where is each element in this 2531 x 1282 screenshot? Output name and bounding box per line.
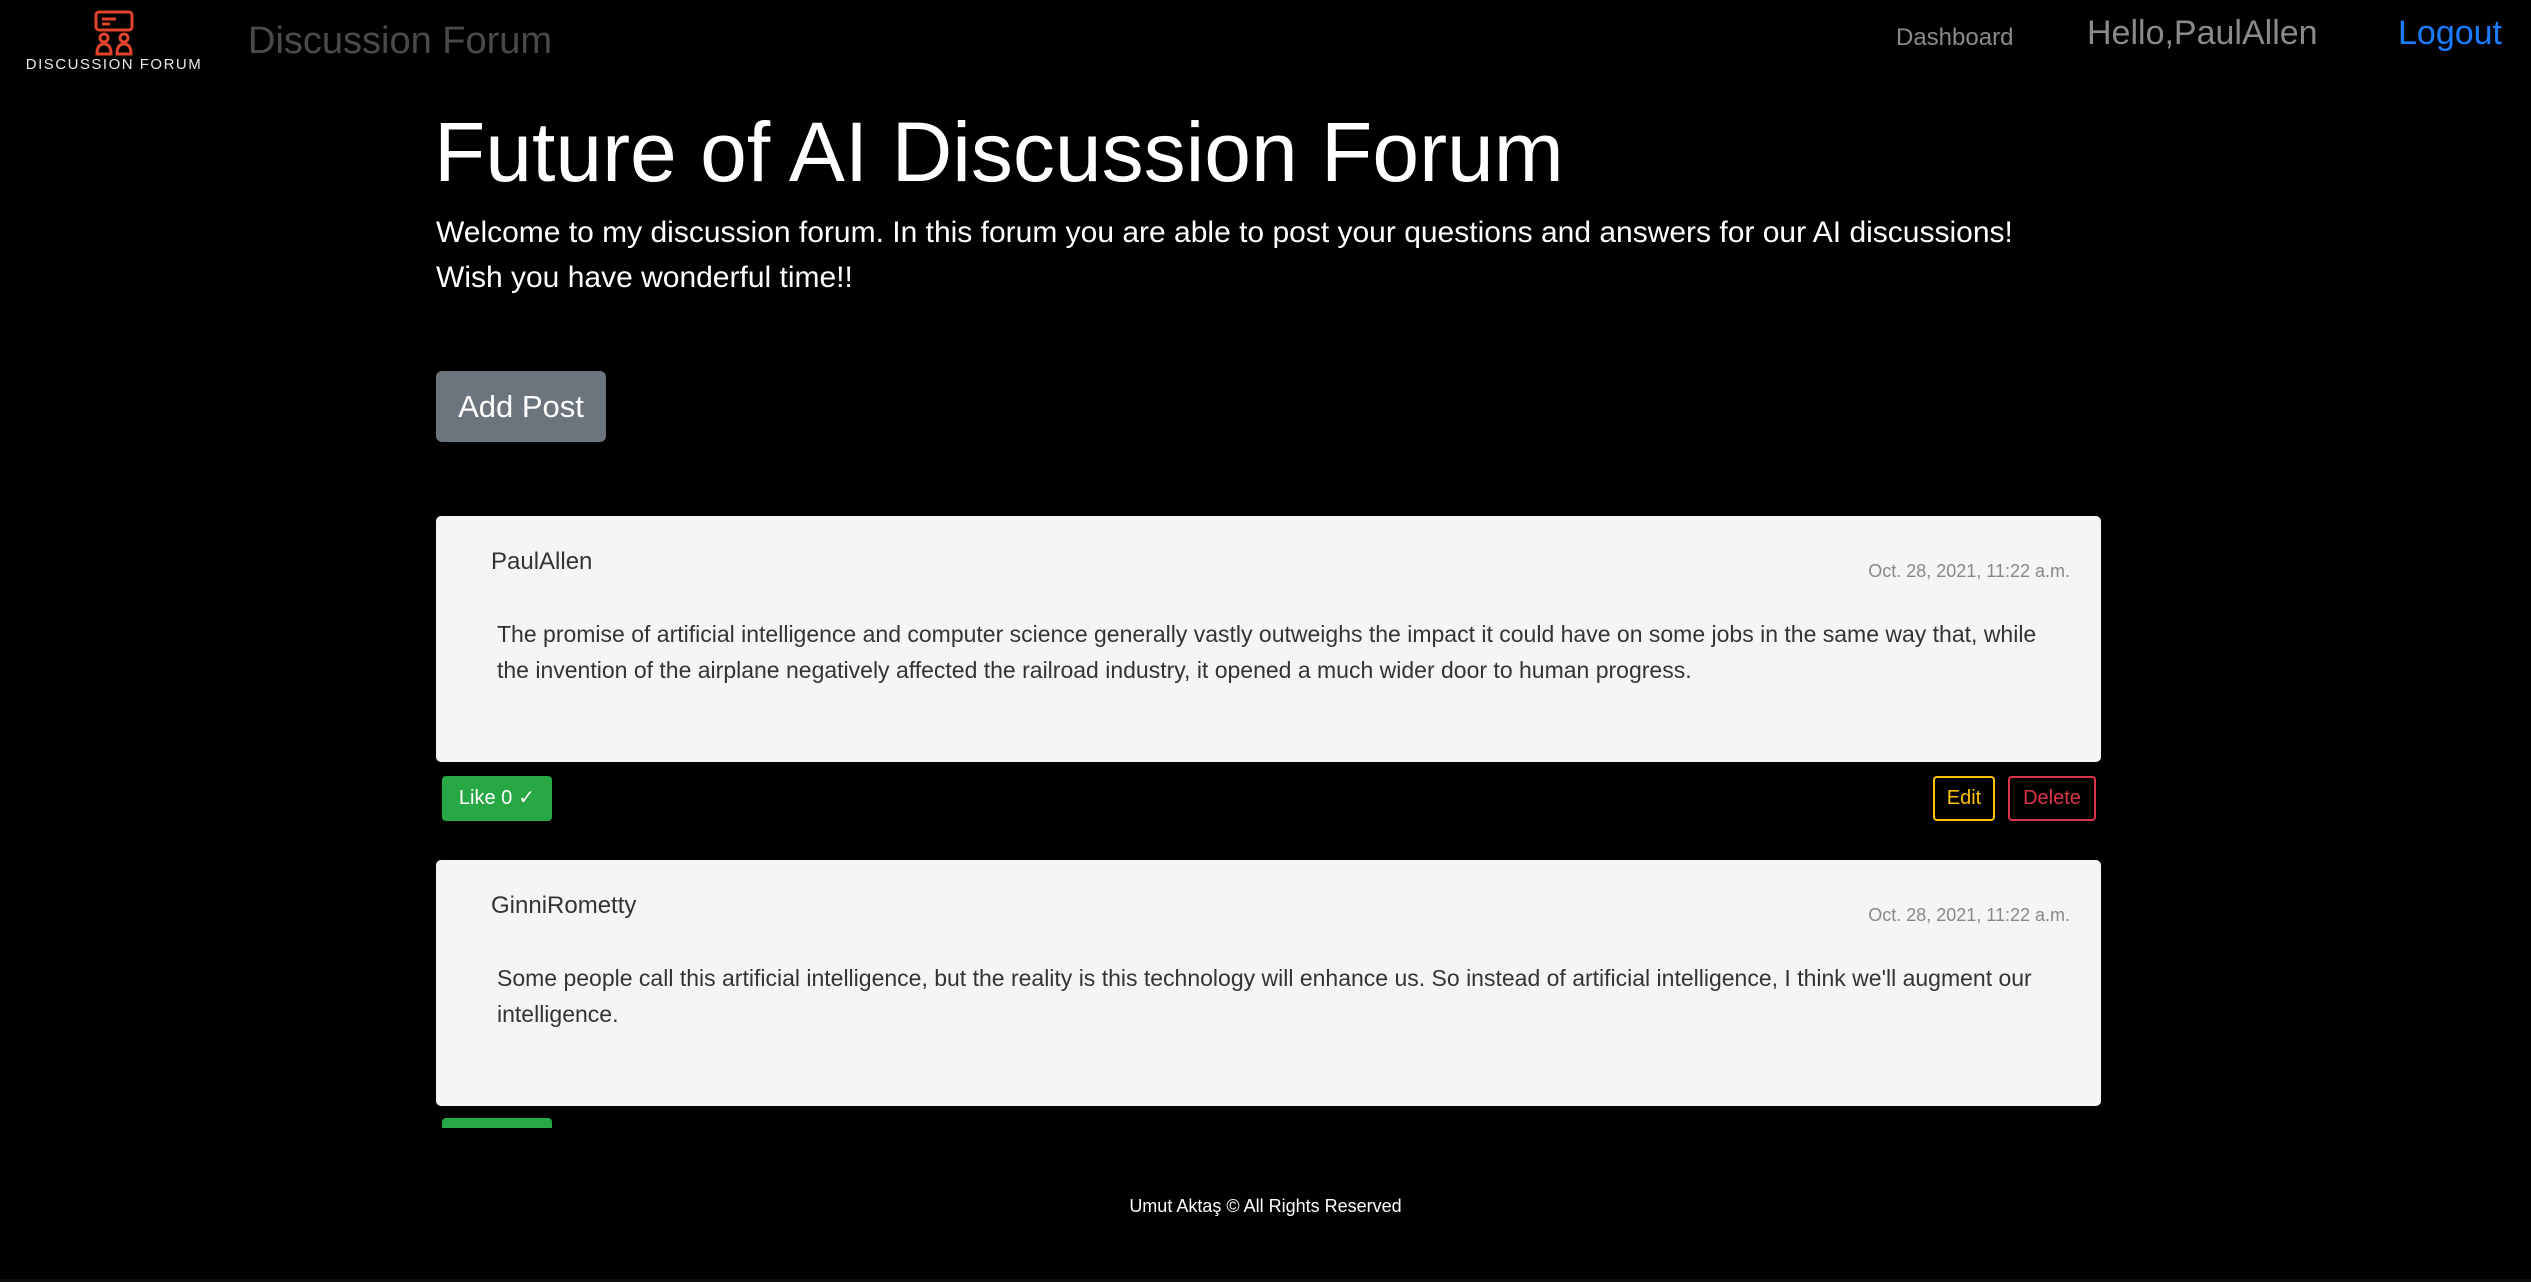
dashboard-link[interactable]: Dashboard bbox=[1896, 24, 2013, 52]
lead-text: Welcome to my discussion forum. In this … bbox=[436, 210, 2013, 300]
greeting-text: Hello,PaulAllen bbox=[2087, 14, 2318, 52]
lead-line-2: Wish you have wonderful time!! bbox=[436, 261, 853, 294]
navbar: DISCUSSION FORUM Discussion Forum Dashbo… bbox=[0, 0, 2531, 80]
post-body: The promise of artificial intelligence a… bbox=[497, 621, 2037, 683]
add-post-button[interactable]: Add Post bbox=[436, 371, 606, 442]
like-label: Like 0 bbox=[458, 787, 513, 809]
post-card: GinniRometty Oct. 28, 2021, 11:22 a.m. S… bbox=[436, 860, 2101, 1106]
logout-link[interactable]: Logout bbox=[2398, 14, 2502, 53]
edit-button[interactable]: Edit bbox=[1933, 776, 1995, 821]
lead-line-1: Welcome to my discussion forum. In this … bbox=[436, 216, 2013, 249]
page-title: Future of AI Discussion Forum bbox=[434, 105, 1564, 199]
post-card: PaulAllen Oct. 28, 2021, 11:22 a.m. The … bbox=[436, 516, 2101, 762]
like-button[interactable]: Like 0 ✓ bbox=[442, 776, 552, 821]
logo-text: DISCUSSION FORUM bbox=[25, 56, 203, 73]
post-body: Some people call this artificial intelli… bbox=[497, 965, 2032, 1027]
brand-link[interactable]: Discussion Forum bbox=[248, 20, 552, 63]
logo[interactable]: DISCUSSION FORUM bbox=[24, 10, 204, 74]
check-icon: ✓ bbox=[518, 787, 536, 809]
post-author: GinniRometty bbox=[491, 892, 637, 919]
like-button-partial[interactable] bbox=[442, 1118, 552, 1128]
post-date: Oct. 28, 2021, 11:22 a.m. bbox=[1868, 561, 2070, 581]
delete-button[interactable]: Delete bbox=[2008, 776, 2096, 821]
logo-icon bbox=[94, 10, 134, 56]
footer-text: Umut Aktaş © All Rights Reserved bbox=[1129, 1196, 1402, 1216]
post-author: PaulAllen bbox=[491, 548, 593, 575]
post-date: Oct. 28, 2021, 11:22 a.m. bbox=[1868, 905, 2070, 925]
